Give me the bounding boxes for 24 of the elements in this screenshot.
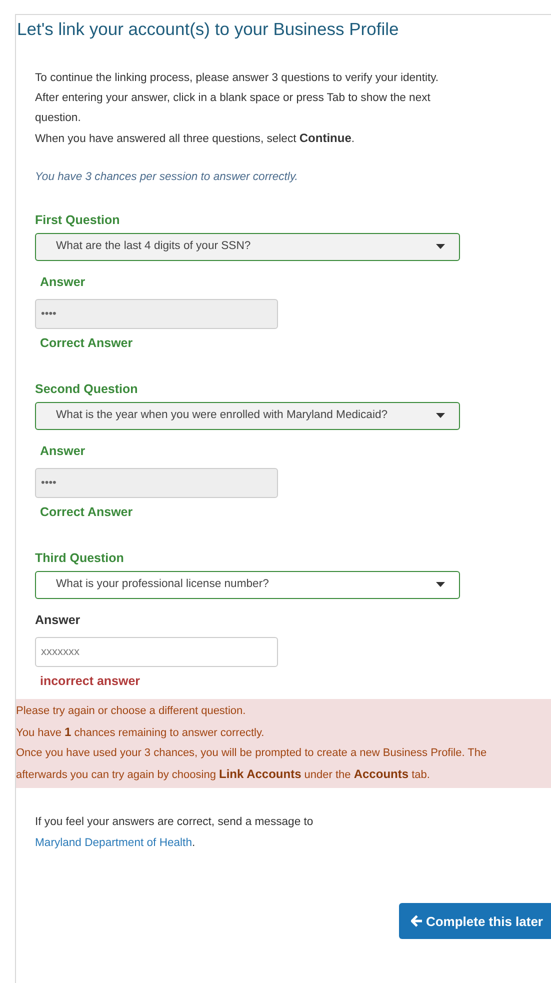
answer-field[interactable]: xxxxxxx [35, 637, 278, 667]
arrow-left-icon [410, 915, 423, 927]
question-label: Third Question [35, 551, 125, 565]
answer-label: Answer [35, 613, 82, 627]
error-message: Please try again or choose a different question. You have 1 chances remaining to answer correctly. Once you have used your 3 chances, you will be prompted to create a new Business Profile. The afterwards you can try again by choosing Link Accounts under the Accounts tab. [16, 699, 551, 788]
answer-status: Correct Answer [40, 336, 134, 350]
chances-note: You have 3 chances per session to answer correctly. [35, 171, 299, 183]
question-label: Second Question [35, 382, 139, 396]
answer-status: Correct Answer [40, 505, 134, 519]
instruction-text: To continue the linking process, please answer 3 questions to verify your identity. [35, 71, 440, 86]
answer-label: Answer [40, 275, 86, 289]
contact-text: If you feel your answers are correct, send a message to Maryland Department of Health. [35, 815, 314, 850]
answer-label: Answer [40, 444, 86, 458]
caret-icon [436, 244, 445, 249]
question-label: First Question [35, 213, 121, 227]
instruction-text: After entering your answer, click in a blank space or press Tab to show the next question. [35, 91, 432, 126]
caret-icon [436, 582, 445, 587]
health-department-link[interactable]: Maryland Department of Health [35, 836, 192, 848]
question-dropdown[interactable]: What is your professional license number? [35, 571, 460, 599]
caret-icon [436, 413, 445, 418]
complete-later-button[interactable]: Complete this later [398, 903, 551, 939]
answer-status: incorrect answer [40, 674, 142, 688]
instruction-text: When you have answered all three questions, select Continue. [35, 130, 356, 147]
page-title: Let's link your account(s) to your Business Profile [16, 18, 400, 40]
